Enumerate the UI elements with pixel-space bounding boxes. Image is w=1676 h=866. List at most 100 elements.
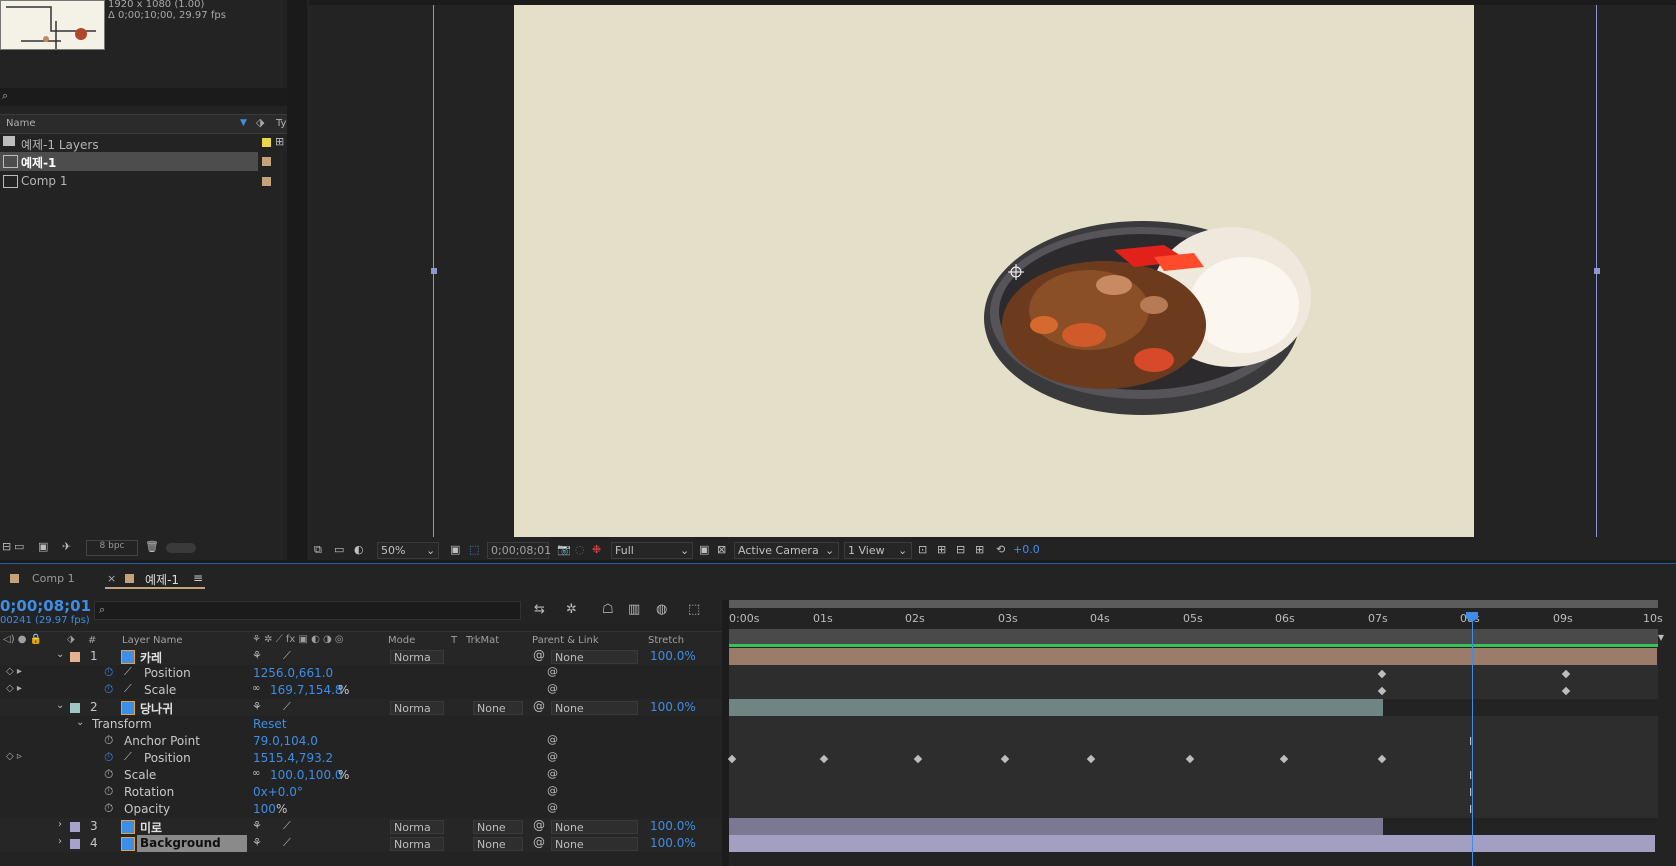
draft-3d-icon[interactable]: ✲ xyxy=(566,602,577,617)
snapshot-icon[interactable]: 📷 xyxy=(557,543,571,556)
new-composition-icon[interactable]: ▣ xyxy=(38,540,48,553)
stopwatch-icon[interactable]: ⏱ xyxy=(104,784,113,799)
sort-chevron-down-icon[interactable]: ▼ xyxy=(240,118,247,128)
stopwatch-icon[interactable]: ⏱ xyxy=(104,750,113,765)
work-area-bar[interactable] xyxy=(729,600,1658,608)
layer-bar-3[interactable] xyxy=(729,818,1383,835)
exposure-reset-icon[interactable]: ⟲ xyxy=(996,543,1005,556)
transparency-grid-icon[interactable]: ⊠ xyxy=(717,543,726,556)
expression-icon[interactable]: @ xyxy=(547,750,558,763)
quality-switch-icon[interactable]: ⟋ xyxy=(283,700,291,714)
label-color-swatch[interactable] xyxy=(70,703,80,713)
quality-switch-icon[interactable]: ⟋ xyxy=(283,649,291,663)
timecode-field[interactable]: 0;00;08;01 xyxy=(487,542,551,559)
mask-visibility-icon[interactable]: ◐ xyxy=(354,543,364,556)
composition-canvas[interactable] xyxy=(514,5,1474,537)
blend-mode-dropdown[interactable]: Norma xyxy=(390,701,444,715)
camera-dropdown[interactable]: Active Camera ⌄ xyxy=(734,542,839,559)
parent-dropdown[interactable]: None xyxy=(551,701,638,715)
parent-dropdown[interactable]: None xyxy=(551,650,638,664)
frame-blending-icon[interactable]: ▥ xyxy=(628,602,640,617)
shy-switch-icon[interactable]: ⚘ xyxy=(252,836,262,849)
keyframe-navigator-icon[interactable]: ◇ ▸ xyxy=(6,666,22,677)
keyframe-marker[interactable] xyxy=(913,754,923,764)
always-preview-icon[interactable]: ⧉ xyxy=(314,543,322,557)
shy-switch-icon[interactable]: ⚘ xyxy=(252,700,262,713)
stopwatch-icon[interactable]: ⏱ xyxy=(104,733,113,748)
fast-preview-icon[interactable]: ▣ xyxy=(699,543,709,556)
stopwatch-icon[interactable]: ⏱ xyxy=(104,801,113,816)
keyframe-marker[interactable] xyxy=(1561,669,1571,679)
resolution-dropdown[interactable]: Full ⌄ xyxy=(611,542,693,559)
keyframe-marker[interactable] xyxy=(727,754,737,764)
stopwatch-icon[interactable]: ⏱ xyxy=(104,767,113,782)
layer-row-3[interactable]: › 3 미로 ⚘ ⟋ Norma None @ None 100.0% xyxy=(0,818,722,835)
close-icon[interactable]: × xyxy=(107,572,116,585)
project-item-comp-selected[interactable]: 예제-1 xyxy=(0,152,287,171)
zoom-dropdown[interactable]: 50% ⌄ xyxy=(377,542,439,559)
color-channels-icon[interactable]: ❉ xyxy=(592,543,601,556)
comp-mini-flowchart-icon[interactable]: ⇆ xyxy=(534,602,545,617)
project-search-input[interactable]: ⌕ xyxy=(0,88,287,106)
render-queue-icon[interactable]: ✈ xyxy=(62,540,71,553)
stopwatch-icon[interactable]: ⏱ xyxy=(104,682,113,697)
keyframe-marker[interactable] xyxy=(1000,754,1010,764)
panel-menu-icon[interactable]: ≡ xyxy=(193,571,203,585)
keyframe-navigator-icon[interactable]: ◇ ▸ xyxy=(6,683,22,694)
new-folder-icon[interactable]: ▭ xyxy=(14,540,24,553)
layer-name[interactable]: Background xyxy=(140,836,221,850)
chevron-right-icon[interactable]: › xyxy=(58,836,62,847)
keyframe-marker[interactable] xyxy=(1279,754,1289,764)
link-icon[interactable]: ∞ xyxy=(252,683,260,694)
flowchart-icon[interactable]: ⊞ xyxy=(975,543,984,556)
current-time-indicator[interactable] xyxy=(1472,612,1473,866)
show-snapshot-icon[interactable]: ◌ xyxy=(575,543,585,556)
keyframe-marker[interactable] xyxy=(1377,669,1387,679)
layer-bar-4[interactable] xyxy=(729,835,1655,852)
current-time-display[interactable]: 0;00;08;01 xyxy=(0,597,91,615)
trash-icon[interactable]: 🗑 xyxy=(145,540,159,553)
stretch-value[interactable]: 100.0% xyxy=(650,836,696,850)
layer-row-1[interactable]: ⌄ 1 카레 ⚘ ⟋ Norma @ None 100.0% xyxy=(0,648,722,665)
trkmat-dropdown[interactable]: None xyxy=(473,701,523,715)
label-color-swatch[interactable] xyxy=(262,157,271,166)
trkmat-dropdown[interactable]: None xyxy=(473,820,523,834)
toggle-pixel-aspect-icon[interactable]: ⊡ xyxy=(918,543,927,556)
label-color-swatch[interactable] xyxy=(70,652,80,662)
fast-previews-icon[interactable]: ⊞ xyxy=(937,543,946,556)
chevron-right-icon[interactable]: › xyxy=(58,819,62,830)
position-value[interactable]: 1256.0,661.0 xyxy=(253,666,333,680)
layer-search-input[interactable]: ⌕ xyxy=(94,601,521,620)
keyframe-marker[interactable] xyxy=(1086,754,1096,764)
chevron-down-icon[interactable]: ⌄ xyxy=(76,717,84,728)
shy-switch-icon[interactable]: ⚘ xyxy=(252,819,262,832)
graph-editor-icon[interactable]: ⬚ xyxy=(688,602,700,617)
pickwhip-icon[interactable]: @ xyxy=(533,648,545,662)
keyframe-marker[interactable] xyxy=(1377,754,1387,764)
blend-mode-dropdown[interactable]: Norma xyxy=(390,820,444,834)
keyframe-navigator-icon[interactable]: ◇ ▹ xyxy=(6,751,22,762)
anchor-point-value[interactable]: 79.0,104.0 xyxy=(253,734,318,748)
fit-frame-icon[interactable]: ▣ xyxy=(450,543,460,556)
blend-mode-dropdown[interactable]: Norma xyxy=(390,837,444,851)
quality-switch-icon[interactable]: ⟋ xyxy=(283,836,291,850)
layer-name[interactable]: 당나귀 xyxy=(140,700,173,717)
bounding-handle-left[interactable] xyxy=(431,268,437,274)
layer-row-4[interactable]: › 4 Background ⚘ ⟋ Norma None @ None 100… xyxy=(0,835,722,852)
quality-switch-icon[interactable]: ⟋ xyxy=(283,819,291,833)
expression-icon[interactable]: @ xyxy=(547,665,558,678)
layer-name-column-header[interactable]: Layer Name xyxy=(122,635,183,646)
layer-name[interactable]: 카레 xyxy=(140,649,162,666)
parent-dropdown[interactable]: None xyxy=(551,820,638,834)
layer-bar-2[interactable] xyxy=(729,699,1383,716)
motion-blur-icon[interactable]: ◍ xyxy=(656,602,667,617)
shy-layers-icon[interactable]: ☖ xyxy=(602,602,614,617)
expression-icon[interactable]: @ xyxy=(547,784,558,797)
monitor-icon[interactable]: ▭ xyxy=(334,543,344,556)
layer-row-2[interactable]: ⌄ 2 당나귀 ⚘ ⟋ Norma None @ None 100.0% xyxy=(0,699,722,716)
region-of-interest-icon[interactable]: ⬚ xyxy=(469,543,479,556)
type-column-header[interactable]: Ty xyxy=(276,118,286,129)
keyframe-marker[interactable] xyxy=(1561,686,1571,696)
comp-marker-bin-icon[interactable]: ▾ xyxy=(1658,630,1664,644)
keyframe-marker[interactable] xyxy=(1185,754,1195,764)
